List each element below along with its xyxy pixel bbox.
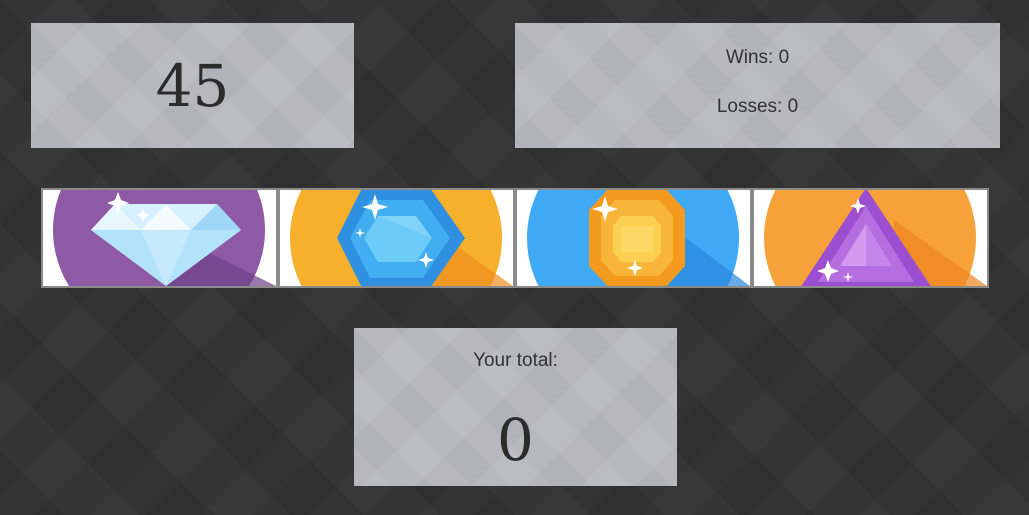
purple-gem-button[interactable] — [752, 188, 989, 288]
diamond-icon — [53, 190, 276, 286]
purple-gem-icon — [764, 190, 987, 286]
scoreboard-panel: Wins: 0 Losses: 0 — [515, 23, 1000, 148]
diamond-gem-button[interactable] — [41, 188, 278, 288]
blue-gem-icon — [290, 190, 513, 286]
yellow-gem-button[interactable] — [515, 188, 752, 288]
wins-counter: Wins: 0 — [725, 47, 790, 68]
target-number-panel: 45 — [31, 23, 354, 148]
gem-buttons-row — [41, 188, 991, 288]
blue-gem-button[interactable] — [278, 188, 515, 288]
total-panel: Your total: 0 — [354, 328, 677, 486]
total-label: Your total: — [473, 350, 558, 371]
yellow-gem-icon — [527, 190, 750, 286]
total-number: 0 — [497, 406, 534, 474]
target-number: 45 — [155, 51, 230, 120]
losses-counter: Losses: 0 — [716, 96, 799, 117]
